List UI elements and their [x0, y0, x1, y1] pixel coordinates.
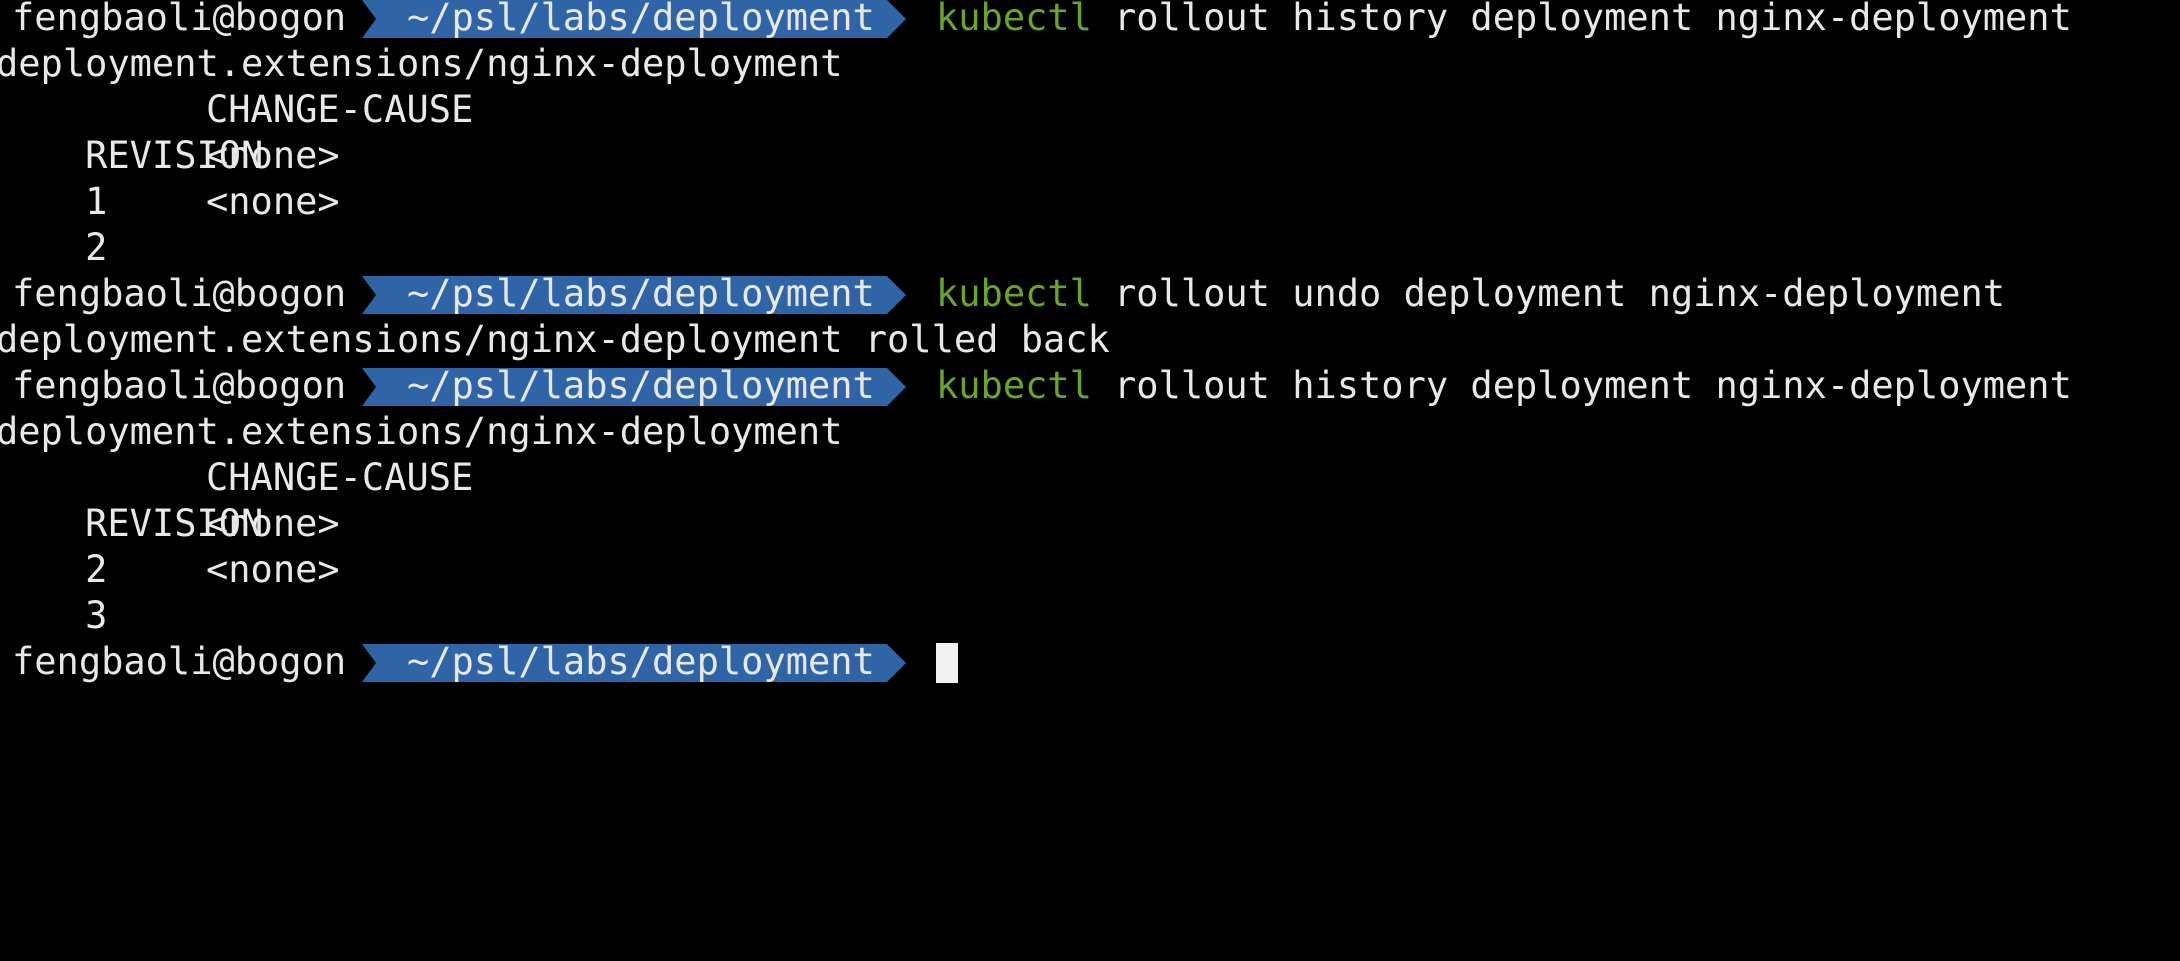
revision-cell: 2 — [85, 226, 108, 269]
prompt-cwd: ~/psl/labs/deployment — [407, 272, 875, 315]
output-table-header: REVISION CHANGE-CAUSE — [0, 87, 473, 177]
prompt-cwd: ~/psl/labs/deployment — [407, 0, 875, 39]
command-name: kubectl — [936, 0, 1092, 39]
change-cause-cell: <none> — [206, 134, 340, 177]
prompt-user-host: fengbaoli@bogon — [12, 0, 347, 39]
output-resource: deployment.extensions/nginx-deployment — [0, 410, 843, 453]
command-args: rollout undo deployment nginx-deployment — [1114, 272, 2006, 315]
powerline-arrow-icon — [887, 0, 906, 38]
powerline-arrow-icon — [887, 368, 906, 406]
output-resource: deployment.extensions/nginx-deployment — [0, 42, 843, 85]
prompt-user-host: fengbaoli@bogon — [12, 364, 347, 407]
change-cause-cell: <none> — [206, 502, 340, 545]
header-change-cause: CHANGE-CAUSE — [206, 456, 474, 499]
output-table-row: 3 <none> — [0, 547, 340, 637]
output-table-row: 1 <none> — [0, 133, 340, 223]
change-cause-cell: <none> — [206, 180, 340, 223]
prompt-cwd: ~/psl/labs/deployment — [407, 364, 875, 407]
prompt-user-host: fengbaoli@bogon — [12, 640, 347, 683]
prompt-cwd: ~/psl/labs/deployment — [407, 640, 875, 683]
command-name: kubectl — [936, 272, 1092, 315]
terminal-window[interactable]: fengbaoli@bogon ~/psl/labs/deployment ku… — [0, 0, 2180, 696]
change-cause-cell: <none> — [206, 548, 340, 591]
prompt-line: fengbaoli@bogon ~/psl/labs/deployment ku… — [0, 271, 2005, 317]
command-name: kubectl — [936, 364, 1092, 407]
output-table-row: 2 <none> — [0, 179, 340, 269]
prompt-line: fengbaoli@bogon ~/psl/labs/deployment ku… — [0, 363, 2072, 409]
command-args: rollout history deployment nginx-deploym… — [1114, 0, 2072, 39]
powerline-arrow-icon — [887, 276, 906, 314]
output-table-header: REVISION CHANGE-CAUSE — [0, 455, 473, 545]
command-args: rollout history deployment nginx-deploym… — [1114, 364, 2072, 407]
header-change-cause: CHANGE-CAUSE — [206, 88, 474, 131]
prompt-user-host: fengbaoli@bogon — [12, 272, 347, 315]
revision-cell: 3 — [85, 594, 108, 637]
powerline-arrow-icon — [887, 644, 906, 682]
prompt-line: fengbaoli@bogon ~/psl/labs/deployment ku… — [0, 0, 2072, 41]
text-cursor[interactable] — [936, 643, 958, 683]
output-message: deployment.extensions/nginx-deployment r… — [0, 318, 1110, 361]
output-table-row: 2 <none> — [0, 501, 340, 591]
prompt-line-current: fengbaoli@bogon ~/psl/labs/deployment — [0, 639, 958, 685]
